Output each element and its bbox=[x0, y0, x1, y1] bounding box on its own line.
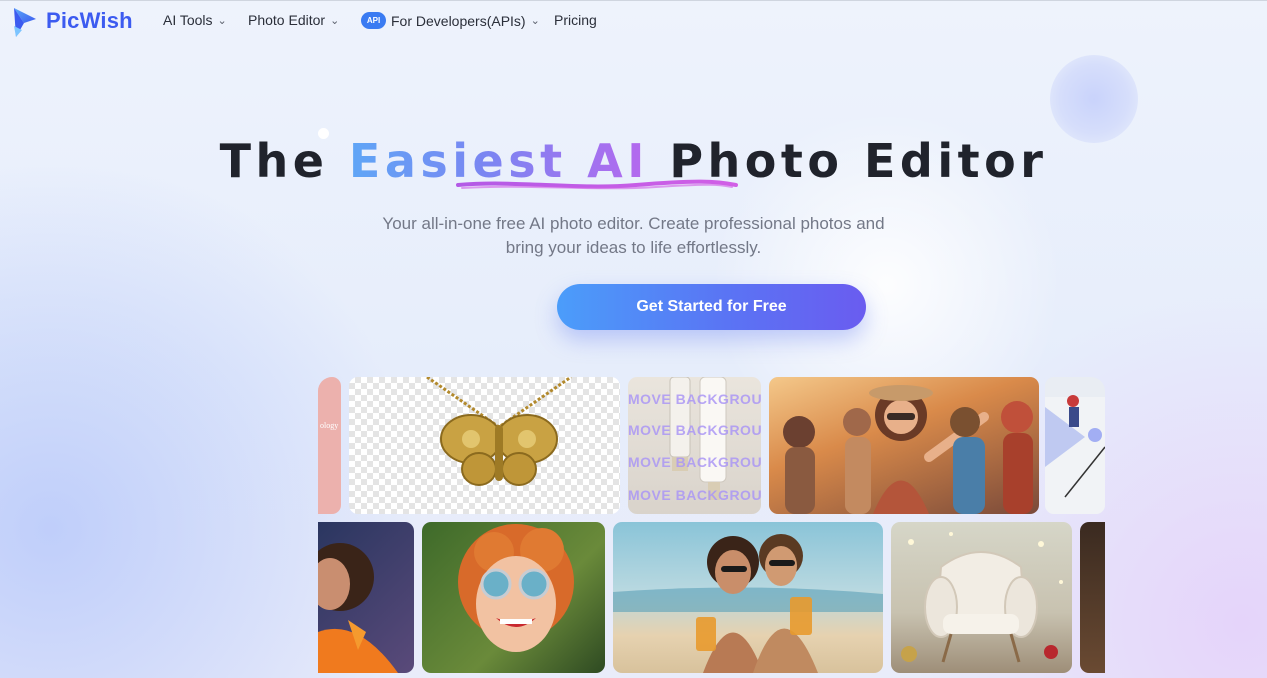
example-gallery: ology MOVE BACKGROU MOVE BACKGROU MOVE B… bbox=[318, 377, 1105, 678]
nav-pricing[interactable]: Pricing bbox=[554, 12, 597, 28]
pink-product-image[interactable]: ology bbox=[318, 377, 341, 514]
hero-title-prefix: The bbox=[219, 134, 349, 188]
brand-logo[interactable]: PicWish bbox=[12, 4, 133, 38]
pink-card-text: ology bbox=[320, 421, 339, 430]
woman-portrait-image bbox=[318, 543, 398, 673]
smiling-woman-image bbox=[458, 524, 574, 652]
couple-drinks-image bbox=[613, 534, 883, 673]
window-top-border bbox=[0, 0, 1267, 1]
ski-photo[interactable] bbox=[1045, 377, 1105, 514]
nav-photo-editor[interactable]: Photo Editor ⌄ bbox=[248, 12, 339, 28]
watermark-row: MOVE BACKGROU bbox=[628, 391, 761, 407]
hero-subtitle: Your all-in-one free AI photo editor. Cr… bbox=[0, 212, 1267, 260]
brand-name: PicWish bbox=[46, 8, 133, 33]
watermark-row: MOVE BACKGROU bbox=[628, 487, 761, 503]
watermark-row: MOVE BACKGROU bbox=[628, 454, 761, 470]
decorative-blob bbox=[1050, 55, 1138, 143]
butterfly-necklace-icon bbox=[426, 377, 572, 486]
hero-subtitle-line1: Your all-in-one free AI photo editor. Cr… bbox=[382, 214, 885, 233]
beach-couple-photo[interactable] bbox=[613, 522, 883, 673]
festival-woman-image bbox=[783, 385, 1033, 514]
hero-subtitle-line2: bring your ideas to life effortlessly. bbox=[505, 238, 762, 257]
nav-pricing-label: Pricing bbox=[554, 12, 597, 28]
nav-developers-label: For Developers(APIs) bbox=[391, 12, 526, 29]
festival-crowd-photo[interactable] bbox=[769, 377, 1039, 514]
armchair-image bbox=[901, 532, 1063, 663]
nav-developers-apis[interactable]: API For Developers(APIs) ⌄ bbox=[361, 12, 540, 29]
necklace-transparent-image[interactable] bbox=[349, 377, 620, 514]
cosmetics-watermark-image[interactable]: MOVE BACKGROU MOVE BACKGROU MOVE BACKGRO… bbox=[628, 377, 761, 514]
chevron-down-icon: ⌄ bbox=[217, 14, 227, 27]
nav-ai-tools[interactable]: AI Tools ⌄ bbox=[163, 12, 227, 28]
nav-ai-tools-label: AI Tools bbox=[163, 12, 213, 28]
portrait-orange-jacket[interactable] bbox=[318, 522, 414, 673]
chevron-down-icon: ⌄ bbox=[530, 15, 540, 27]
highlight-underline bbox=[456, 179, 738, 190]
nav-photo-editor-label: Photo Editor bbox=[248, 12, 326, 28]
chevron-down-icon: ⌄ bbox=[330, 14, 340, 27]
portrait-sunglasses[interactable] bbox=[422, 522, 605, 673]
cropped-photo[interactable] bbox=[1080, 522, 1105, 673]
picwish-logo-icon bbox=[14, 8, 36, 37]
armchair-photo[interactable] bbox=[891, 522, 1072, 673]
get-started-button[interactable]: Get Started for Free bbox=[557, 284, 866, 330]
skier-image bbox=[1045, 395, 1105, 514]
watermark-row: MOVE BACKGROU bbox=[628, 422, 761, 438]
api-cloud-icon: API bbox=[361, 12, 386, 29]
